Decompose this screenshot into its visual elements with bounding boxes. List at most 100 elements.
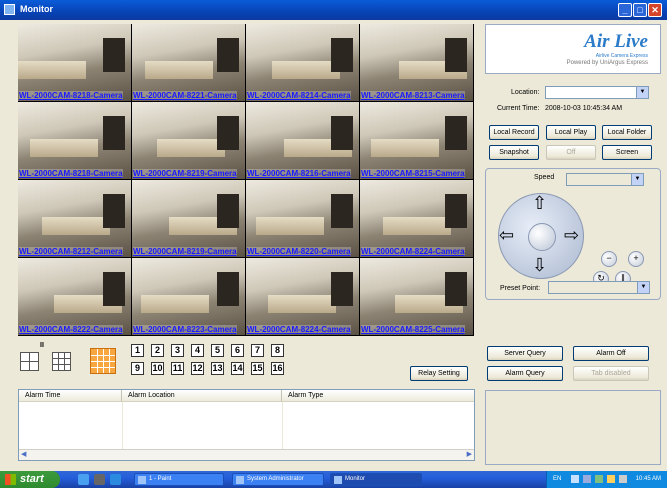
camera-label[interactable]: WL-2000CAM-8219-Camera	[133, 169, 237, 178]
channel-button[interactable]: 13	[211, 362, 224, 375]
zoom-in-button[interactable]: +	[628, 251, 644, 267]
camera-view[interactable]: WL-2000CAM-8213-Camera	[360, 24, 473, 101]
channel-button[interactable]: 2	[151, 344, 164, 357]
column-header[interactable]: Alarm Type	[282, 390, 474, 402]
camera-label[interactable]: WL-2000CAM-8215-Camera	[361, 169, 465, 178]
local-record-button[interactable]: Local Record	[489, 125, 539, 140]
speed-dropdown[interactable]: ▼	[566, 173, 644, 186]
chevron-down-icon[interactable]: ▼	[636, 87, 648, 98]
pan-down-icon[interactable]: ⇩	[532, 256, 547, 274]
camera-label[interactable]: WL-2000CAM-8216-Camera	[247, 169, 351, 178]
camera-view[interactable]: WL-2000CAM-8223-Camera	[132, 258, 245, 335]
channel-button[interactable]: 11	[171, 362, 184, 375]
tray-icon[interactable]	[607, 475, 615, 483]
task-system-administrator[interactable]: System Administrator	[232, 473, 324, 486]
screen-button[interactable]: Screen	[602, 145, 652, 160]
preset-point-dropdown[interactable]: ▼	[548, 281, 650, 294]
channel-button[interactable]: 16	[271, 362, 284, 375]
chevron-down-icon[interactable]: ▼	[637, 282, 649, 293]
scene-object	[103, 272, 125, 306]
camera-label[interactable]: WL-2000CAM-8220-Camera	[247, 247, 351, 256]
channel-button[interactable]: 1	[131, 344, 144, 357]
off-button[interactable]: Off	[546, 145, 596, 160]
tray-icon[interactable]	[571, 475, 579, 483]
channel-button[interactable]: 8	[271, 344, 284, 357]
ptz-center-button[interactable]	[528, 223, 556, 251]
media-quicklaunch-icon[interactable]	[110, 474, 121, 485]
local-folder-button[interactable]: Local Folder	[602, 125, 652, 140]
camera-label[interactable]: WL-2000CAM-8213-Camera	[361, 91, 465, 100]
chevron-down-icon[interactable]: ▼	[631, 174, 643, 185]
camera-label[interactable]: WL-2000CAM-8224-Camera	[361, 247, 465, 256]
tab-disabled-button[interactable]: Tab disabled	[573, 366, 649, 381]
ie-quicklaunch-icon[interactable]	[78, 474, 89, 485]
tray-icon[interactable]	[619, 475, 627, 483]
channel-button[interactable]: 7	[251, 344, 264, 357]
pan-right-icon[interactable]: ⇨	[564, 226, 579, 244]
language-indicator[interactable]: EN	[553, 476, 561, 482]
task-paint[interactable]: 1 - Paint	[134, 473, 224, 486]
camera-view[interactable]: WL-2000CAM-8218-Camera	[18, 102, 131, 179]
camera-label[interactable]: WL-2000CAM-8221-Camera	[133, 91, 237, 100]
camera-label[interactable]: WL-2000CAM-8218-Camera	[19, 91, 123, 100]
camera-view[interactable]: WL-2000CAM-8220-Camera	[246, 180, 359, 257]
camera-view[interactable]: WL-2000CAM-8225-Camera	[360, 258, 473, 335]
minimize-button[interactable]: _	[618, 3, 632, 17]
camera-view[interactable]: WL-2000CAM-8221-Camera	[132, 24, 245, 101]
alarm-query-button[interactable]: Alarm Query	[487, 366, 563, 381]
local-play-button[interactable]: Local Play	[546, 125, 596, 140]
task-monitor[interactable]: Monitor	[330, 473, 422, 486]
desktop-quicklaunch-icon[interactable]	[94, 474, 105, 485]
layout-9-icon[interactable]	[52, 352, 71, 371]
column-header[interactable]: Alarm Location	[122, 390, 282, 402]
camera-view[interactable]: WL-2000CAM-8222-Camera	[18, 258, 131, 335]
channel-button[interactable]: 4	[191, 344, 204, 357]
camera-view[interactable]: WL-2000CAM-8216-Camera	[246, 102, 359, 179]
camera-label[interactable]: WL-2000CAM-8212-Camera	[19, 247, 123, 256]
relay-setting-button[interactable]: Relay Setting	[410, 366, 468, 381]
camera-view[interactable]: WL-2000CAM-8219-Camera	[132, 180, 245, 257]
channel-button[interactable]: 12	[191, 362, 204, 375]
camera-label[interactable]: WL-2000CAM-8214-Camera	[247, 91, 351, 100]
camera-view[interactable]: WL-2000CAM-8218-Camera	[18, 24, 131, 101]
channel-button[interactable]: 10	[151, 362, 164, 375]
tray-icon[interactable]	[583, 475, 591, 483]
channel-button[interactable]: 14	[231, 362, 244, 375]
tray-icon[interactable]	[595, 475, 603, 483]
channel-button[interactable]: 5	[211, 344, 224, 357]
camera-view[interactable]: WL-2000CAM-8214-Camera	[246, 24, 359, 101]
camera-label[interactable]: WL-2000CAM-8218-Camera	[19, 169, 123, 178]
scroll-left-icon[interactable]: ◀	[21, 450, 26, 458]
location-dropdown[interactable]: ▼	[545, 86, 649, 99]
maximize-button[interactable]: □	[633, 3, 647, 17]
camera-label[interactable]: WL-2000CAM-8223-Camera	[133, 325, 237, 334]
camera-view[interactable]: WL-2000CAM-8224-Camera	[246, 258, 359, 335]
layout-4-icon[interactable]	[20, 352, 39, 371]
camera-view[interactable]: WL-2000CAM-8219-Camera	[132, 102, 245, 179]
camera-label[interactable]: WL-2000CAM-8225-Camera	[361, 325, 465, 334]
snapshot-button[interactable]: Snapshot	[489, 145, 539, 160]
channel-button[interactable]: 3	[171, 344, 184, 357]
camera-view[interactable]: WL-2000CAM-8224-Camera	[360, 180, 473, 257]
channel-button[interactable]: 15	[251, 362, 264, 375]
alarm-off-button[interactable]: Alarm Off	[573, 346, 649, 361]
camera-label[interactable]: WL-2000CAM-8222-Camera	[19, 325, 123, 334]
zoom-out-button[interactable]: −	[601, 251, 617, 267]
start-button[interactable]: start	[0, 471, 60, 488]
layout-16-icon[interactable]	[90, 348, 116, 374]
location-label: Location:	[511, 89, 540, 96]
channel-button[interactable]: 6	[231, 344, 244, 357]
close-button[interactable]: ✕	[648, 3, 662, 17]
camera-view[interactable]: WL-2000CAM-8215-Camera	[360, 102, 473, 179]
channel-button[interactable]: 9	[131, 362, 144, 375]
server-query-button[interactable]: Server Query	[487, 346, 563, 361]
pan-up-icon[interactable]: ⇧	[532, 194, 547, 212]
pan-left-icon[interactable]: ⇦	[499, 226, 514, 244]
camera-label[interactable]: WL-2000CAM-8219-Camera	[133, 247, 237, 256]
title-bar[interactable]: Monitor _ □ ✕	[0, 0, 667, 20]
scroll-right-icon[interactable]: ▶	[467, 450, 472, 458]
column-header[interactable]: Alarm Time	[19, 390, 122, 402]
camera-view[interactable]: WL-2000CAM-8212-Camera	[18, 180, 131, 257]
camera-label[interactable]: WL-2000CAM-8224-Camera	[247, 325, 351, 334]
horizontal-scrollbar[interactable]: ◀ ▶	[19, 449, 474, 460]
